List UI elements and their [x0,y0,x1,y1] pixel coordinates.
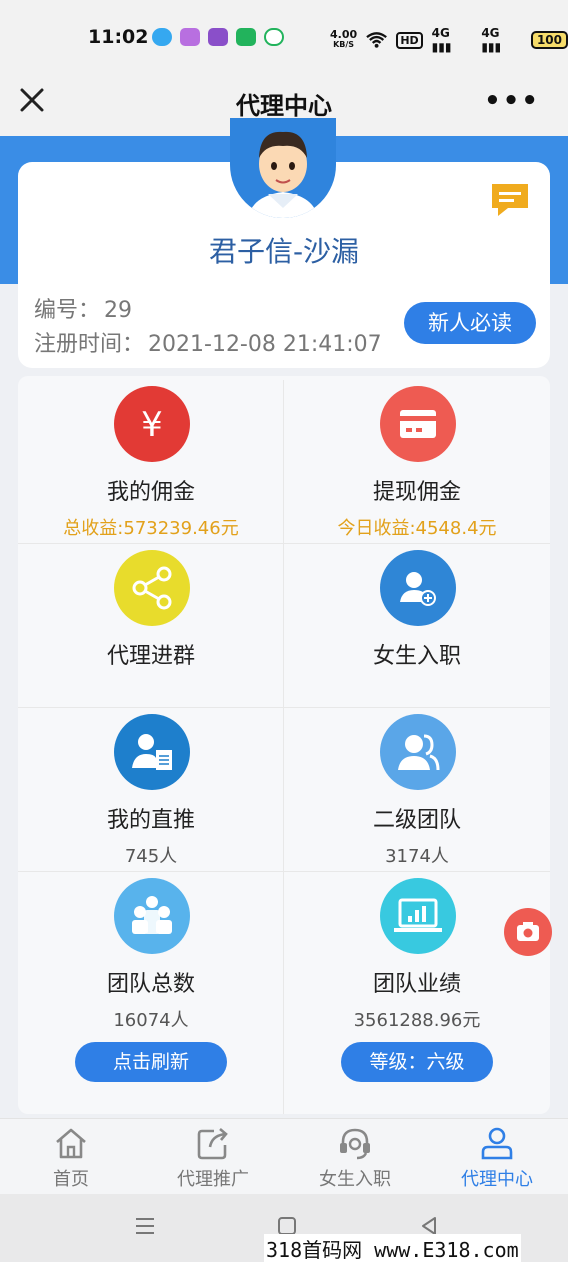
camera-icon [517,922,539,941]
level2-count: 3174人 [385,846,449,867]
tab-home[interactable]: 首页 [0,1119,142,1195]
status-right: 4.00 KB/S HD 4G ▮▮▮ 4G ▮▮▮ 100 [330,26,568,54]
users-icon [398,734,440,771]
message-icon[interactable] [490,182,530,218]
menu-label: 提现佣金 [372,480,461,505]
user-doc-icon [132,734,172,770]
menu-label: 我的佣金 [106,480,195,505]
more-button[interactable]: ••• [484,86,540,116]
user-id-row: 编号： 29 [34,292,132,324]
watermark: 318首码网 www.E318.com [264,1234,521,1262]
team-total-count: 16074人 [113,1010,189,1031]
menu-girl-onboarding[interactable]: 女生入职 [284,544,550,708]
register-time-label: 注册时间： [34,332,145,357]
add-user-icon [400,572,436,606]
menu-my-direct[interactable]: 我的直推 745人 [18,708,284,872]
register-time-value: 2021-12-08 21:41:07 [148,332,382,357]
app-icon [208,28,228,46]
team-performance-value: 3561288.96元 [353,1010,481,1031]
bottom-tab-bar: 首页 代理推广 女生入职 代理中心 [0,1118,568,1194]
tab-girl-onboarding[interactable]: 女生入职 [284,1119,426,1195]
svg-text:¥: ¥ [141,405,163,445]
menu-agent-join-group[interactable]: 代理进群 [18,544,284,708]
signal-1: 4G ▮▮▮ [431,26,452,54]
tab-agent-center[interactable]: 代理中心 [426,1119,568,1195]
user-id-label: 编号： [34,298,101,323]
menu-my-commission[interactable]: ¥ 我的佣金 总收益:573239.46元 [18,380,284,544]
menu-label: 团队总数 [106,972,195,997]
wifi-icon [366,32,388,48]
menu-label: 代理进群 [106,644,195,669]
floating-camera-button[interactable] [504,908,552,956]
sync-icon [264,28,284,46]
direct-count: 745人 [124,846,178,867]
net-speed: 4.00 KB/S [330,28,358,49]
menu-team-total[interactable]: 团队总数 16074人 点击刷新 [18,872,284,1114]
card-icon [400,410,436,438]
user-nickname: 君子信-沙漏 [208,235,360,268]
refresh-button[interactable]: 点击刷新 [75,1042,227,1082]
user-id-value: 29 [104,298,133,323]
page-title: 代理中心 [236,92,332,120]
share-box-icon [197,1128,228,1160]
menu-grid: ¥ 我的佣金 总收益:573239.46元 提现佣金 今日收益:4548.4元 … [18,376,550,1114]
person-icon [481,1127,513,1160]
tab-agent-promotion[interactable]: 代理推广 [142,1119,284,1195]
today-earnings: 今日收益:4548.4元 [337,518,497,539]
yen-icon: ¥ [141,405,163,445]
status-time: 11:02 [88,26,149,48]
qq-icon [152,28,172,46]
laptop-chart-icon [394,898,442,932]
hd-badge: HD [396,31,423,49]
menu-label: 我的直推 [106,808,195,833]
menu-icon[interactable] [134,1216,156,1236]
notification-icons [152,28,284,46]
wechat-icon [236,28,256,46]
battery-icon: 100 [530,31,568,49]
register-time-row: 注册时间： 2021-12-08 21:41:07 [34,326,382,358]
home-icon [56,1128,86,1159]
menu-label: 女生入职 [372,644,461,669]
status-bar: 11:02 4.00 KB/S HD 4G ▮▮▮ 4G ▮▮▮ 100 [0,0,568,74]
total-earnings: 总收益:573239.46元 [63,518,239,539]
share-icon [132,566,172,610]
signal-2: 4G ▮▮▮ [481,26,502,54]
home-square-icon[interactable] [276,1216,298,1236]
menu-label: 团队业绩 [372,972,461,997]
chat-icon [180,28,200,46]
headset-icon [340,1128,370,1160]
menu-level2-team[interactable]: 二级团队 3174人 [284,708,550,872]
menu-label: 二级团队 [372,808,461,833]
team-icon [132,896,172,934]
level-badge[interactable]: 等级：六级 [341,1042,493,1082]
menu-withdraw-commission[interactable]: 提现佣金 今日收益:4548.4元 [284,380,550,544]
back-triangle-icon[interactable] [418,1216,440,1236]
newbie-guide-button[interactable]: 新人必读 [404,302,536,344]
